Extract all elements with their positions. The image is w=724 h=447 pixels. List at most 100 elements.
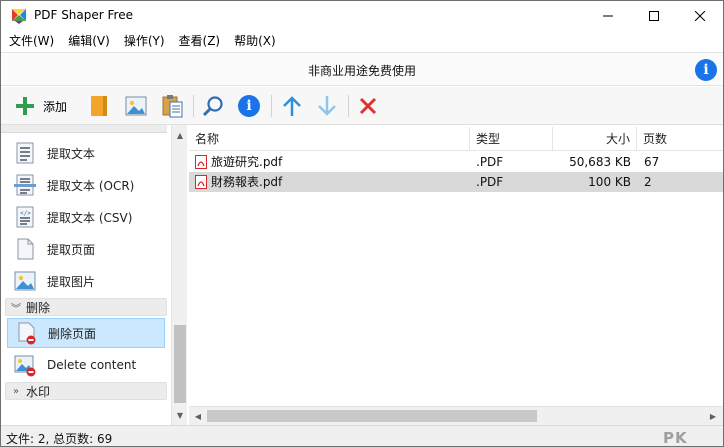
delete-x-icon xyxy=(359,97,377,115)
minimize-icon xyxy=(603,15,613,16)
image-icon xyxy=(125,96,147,116)
file-type: .PDF xyxy=(476,155,504,169)
file-type: .PDF xyxy=(476,175,504,189)
action-label: 提取文本 (OCR) xyxy=(47,178,135,193)
action-label: Delete content xyxy=(47,358,137,372)
page-icon xyxy=(13,237,37,261)
menu-file[interactable]: 文件(W) xyxy=(1,30,61,52)
menu-actions[interactable]: 操作(Y) xyxy=(117,30,172,52)
maximize-button[interactable] xyxy=(631,1,677,30)
menu-edit[interactable]: 编辑(V) xyxy=(61,30,117,52)
close-button[interactable] xyxy=(677,1,723,30)
actions-panel: 提取文本 提取文本 (OCR) </> 提取文本 (CSV) 提取页面 提取图片… xyxy=(1,125,171,425)
action-extract-text-csv[interactable]: </> 提取文本 (CSV) xyxy=(7,202,165,232)
action-delete-pages[interactable]: 删除页面 xyxy=(7,318,165,348)
table-row[interactable]: 財務報表.pdf .PDF 100 KB 2 xyxy=(189,172,723,192)
info-icon[interactable]: i xyxy=(695,59,717,81)
add-button[interactable]: 添加 xyxy=(9,93,73,119)
column-pages[interactable]: 页数 xyxy=(637,127,723,151)
horizontal-scrollbar[interactable]: ◀ ▶ xyxy=(189,406,723,425)
list-header: 名称 类型 大小 页数 xyxy=(189,127,723,151)
arrow-up-icon xyxy=(283,96,301,116)
action-extract-text[interactable]: 提取文本 xyxy=(7,138,165,168)
file-pages: 67 xyxy=(644,155,660,169)
search-icon xyxy=(202,96,223,117)
move-down-button[interactable] xyxy=(314,93,340,119)
window-title: PDF Shaper Free xyxy=(34,8,133,22)
scrollbar-thumb[interactable] xyxy=(207,410,537,422)
clipboard-icon xyxy=(162,95,183,118)
column-name[interactable]: 名称 xyxy=(189,127,470,151)
toolbar-separator xyxy=(348,95,349,117)
status-text: 文件: 2, 总页数: 69 xyxy=(6,432,113,446)
file-list: 名称 类型 大小 页数 旅遊研究.pdf .PDF 50,683 KB 67 財… xyxy=(189,125,723,425)
maximize-icon xyxy=(649,10,659,21)
pdf-file-icon xyxy=(195,175,207,189)
pdf-file-icon xyxy=(195,155,207,169)
action-extract-images[interactable]: 提取图片 xyxy=(7,266,165,296)
column-size[interactable]: 大小 xyxy=(553,127,637,151)
scroll-left-icon[interactable]: ◀ xyxy=(191,409,205,423)
info-icon: i xyxy=(238,95,260,117)
clipboard-button[interactable] xyxy=(159,93,185,119)
file-size: 100 KB xyxy=(588,175,631,189)
action-label: 提取文本 xyxy=(47,146,96,161)
file-pages: 2 xyxy=(644,175,652,189)
action-delete-content[interactable]: Delete content xyxy=(7,350,165,380)
scroll-up-icon[interactable]: ▲ xyxy=(172,127,188,143)
license-banner: 非商业用途免费使用 i xyxy=(1,52,723,86)
open-file-button[interactable] xyxy=(87,93,111,119)
action-label: 删除页面 xyxy=(48,326,97,341)
toolbar-separator xyxy=(271,95,272,117)
move-up-button[interactable] xyxy=(279,93,305,119)
svg-text:</>: </> xyxy=(20,210,31,217)
search-button[interactable] xyxy=(200,93,226,119)
status-bar: 文件: 2, 总页数: 69 PK xyxy=(1,425,723,446)
category-label: 删除 xyxy=(26,300,51,315)
delete-page-icon xyxy=(14,321,38,345)
app-window: PDF Shaper Free 文件(W) 编辑(V) 操作(Y) 查看(Z) … xyxy=(0,0,724,447)
title-bar: PDF Shaper Free xyxy=(1,1,723,30)
scrollbar-thumb[interactable] xyxy=(174,325,186,403)
banner-text: 非商业用途免费使用 xyxy=(307,64,416,78)
file-name: 旅遊研究.pdf xyxy=(211,155,283,169)
action-label: 提取图片 xyxy=(47,274,96,289)
info-button[interactable]: i xyxy=(236,93,262,119)
ocr-scan-icon xyxy=(13,173,37,197)
minimize-button[interactable] xyxy=(585,1,631,30)
column-type[interactable]: 类型 xyxy=(470,127,553,151)
plus-icon xyxy=(15,97,34,115)
text-doc-icon xyxy=(13,141,37,165)
left-panel-scrollbar[interactable]: ▲ ▼ xyxy=(171,125,187,425)
csv-doc-icon: </> xyxy=(13,205,37,229)
menu-help[interactable]: 帮助(X) xyxy=(227,30,283,52)
category-label: 水印 xyxy=(26,384,51,399)
file-name: 財務報表.pdf xyxy=(211,175,283,189)
chevron-down-icon: ︾ xyxy=(11,303,21,315)
arrow-down-icon xyxy=(318,96,336,116)
image-icon xyxy=(13,269,37,293)
close-icon xyxy=(695,10,705,21)
category-extract-partial xyxy=(1,125,167,133)
menu-view[interactable]: 查看(Z) xyxy=(172,30,228,52)
category-watermark[interactable]: » 水印 xyxy=(5,382,167,400)
action-label: 提取文本 (CSV) xyxy=(47,210,133,225)
action-extract-pages[interactable]: 提取页面 xyxy=(7,234,165,264)
file-icon xyxy=(91,96,107,116)
toolbar-separator xyxy=(193,95,194,117)
action-label: 提取页面 xyxy=(47,242,96,257)
remove-button[interactable] xyxy=(355,93,381,119)
menu-bar: 文件(W) 编辑(V) 操作(Y) 查看(Z) 帮助(X) xyxy=(1,30,723,52)
table-row[interactable]: 旅遊研究.pdf .PDF 50,683 KB 67 xyxy=(189,152,723,172)
action-extract-text-ocr[interactable]: 提取文本 (OCR) xyxy=(7,170,165,200)
delete-content-icon xyxy=(13,353,37,377)
image-button[interactable] xyxy=(123,93,149,119)
scroll-down-icon[interactable]: ▼ xyxy=(172,407,188,423)
toolbar: 添加 i xyxy=(1,87,723,125)
scroll-right-icon[interactable]: ▶ xyxy=(706,409,720,423)
category-delete[interactable]: ︾ 删除 xyxy=(5,298,167,316)
chevron-right-icon: » xyxy=(12,385,20,397)
app-logo-icon xyxy=(12,9,26,24)
add-button-label: 添加 xyxy=(42,99,67,114)
file-size: 50,683 KB xyxy=(569,155,631,169)
